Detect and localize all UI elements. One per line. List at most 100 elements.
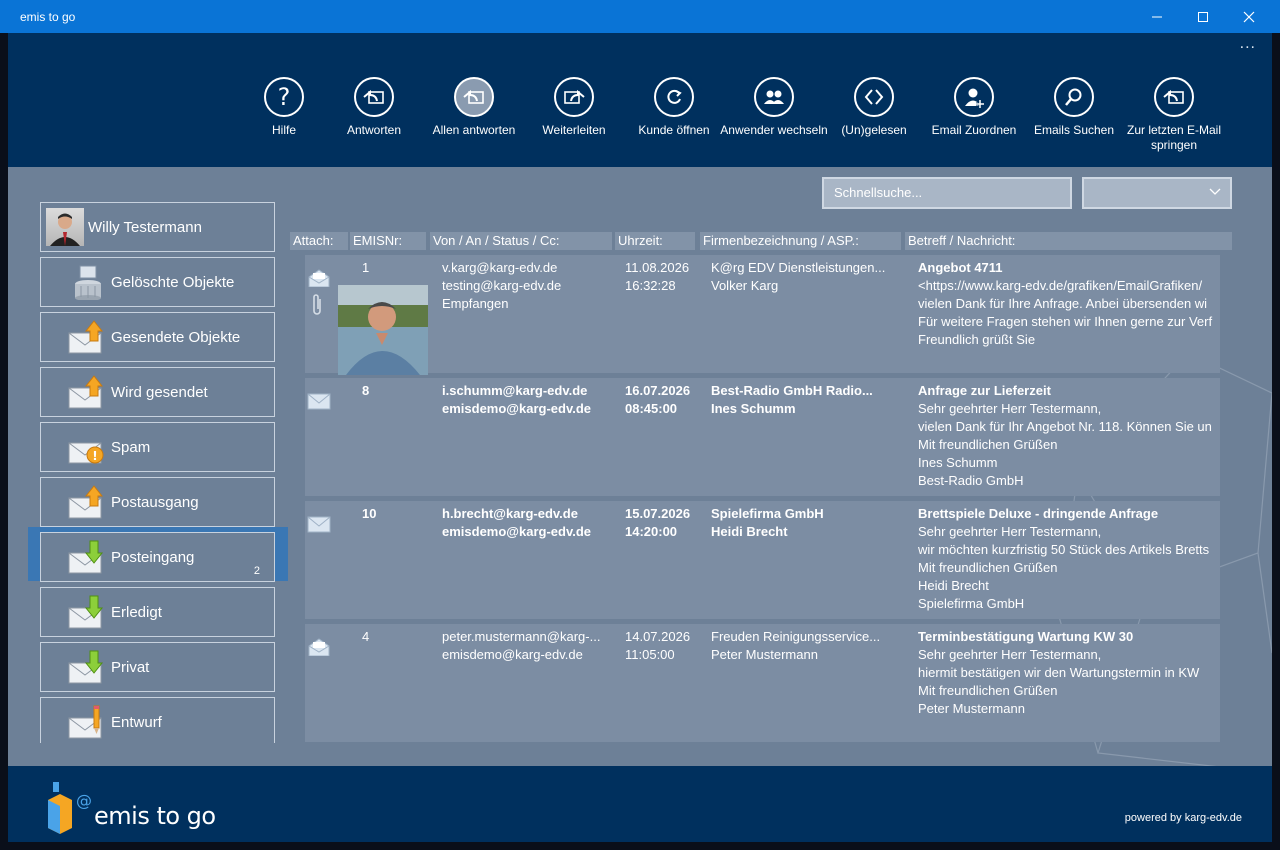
private-icon [68,650,104,684]
user-profile[interactable]: Willy Testermann [40,202,275,252]
forward-button[interactable]: Weiterleiten [519,77,629,138]
reply-icon [363,89,384,104]
mail-preview-line: Sehr geehrter Herr Testermann, [918,524,1102,539]
close-button[interactable] [1226,0,1272,33]
mail-preview-line: Heidi Brecht [918,578,989,593]
mail-preview-line: Mit freundlichen Grüßen [918,683,1058,698]
mail-preview-line: vielen Dank für Ihr Angebot Nr. 118. Kön… [918,419,1212,434]
folder-done[interactable]: Erledigt [40,587,275,637]
company-name: Freuden Reinigungsservice... [711,629,881,644]
contact-person: Volker Karg [711,278,779,293]
mail-preview-line: Peter Mustermann [918,701,1025,716]
search-icon [1065,88,1082,106]
minimize-button[interactable] [1134,0,1180,33]
mail-preview-line: Mit freundlichen Grüßen [918,437,1058,452]
company-name: Spielefirma GmbH [711,506,824,521]
table-row[interactable]: 10 h.brecht@karg-edv.de emisdemo@karg-ed… [305,501,1220,619]
folder-inbox[interactable]: Posteingang 2 [40,532,275,582]
emis-nr: 1 [362,260,370,275]
folder-label: Wird gesendet [111,383,208,401]
folder-label: Privat [111,658,150,676]
to-address: emisdemo@karg-edv.de [442,524,591,539]
filter-dropdown[interactable] [1082,177,1232,209]
folder-sending[interactable]: Wird gesendet [40,367,275,417]
mail-preview-line: Spielefirma GmbH [918,596,1025,611]
header-company[interactable]: Firmenbezeichnung / ASP.: [700,232,901,250]
mail-preview-line: Best-Radio GmbH [918,473,1024,488]
emis-nr: 4 [362,629,370,644]
folder-deleted[interactable]: Gelöschte Objekte [40,257,275,307]
table-row[interactable]: 4 peter.mustermann@karg-... emisdemo@kar… [305,624,1220,742]
window-title: emis to go [20,9,76,24]
mail-preview-line: Sehr geehrter Herr Testermann, [918,401,1102,416]
header-attach[interactable]: Attach: [290,232,348,250]
more-options-button[interactable]: ... [1240,35,1256,53]
mail-subject: Brettspiele Deluxe - dringende Anfrage [918,506,1159,521]
read-unread-label: (Un)gelesen [841,123,907,137]
done-icon [68,595,104,629]
assign-email-icon [965,88,984,108]
reply-button[interactable]: Antworten [319,77,429,138]
emis-nr: 8 [362,383,370,398]
mail-preview-line: vielen Dank für Ihre Anfrage. Anbei über… [918,296,1208,311]
folder-label: Erledigt [111,603,162,621]
folder-private[interactable]: Privat [40,642,275,692]
header-subject[interactable]: Betreff / Nachricht: [905,232,1232,250]
mail-preview-line: Sehr geehrter Herr Testermann, [918,647,1102,662]
mail-date: 14.07.2026 [625,629,691,644]
read-unread-button[interactable]: (Un)gelesen [819,77,929,138]
header-emisnr[interactable]: EMISNr: [350,232,426,250]
folder-label: Spam [111,438,151,456]
quick-search-input[interactable]: Schnellsuche... [822,177,1072,209]
mail-preview-line: <https://www.karg-edv.de/grafiken/EmailG… [918,278,1203,293]
powered-by[interactable]: powered by karg-edv.de [1125,812,1242,824]
contact-person: Heidi Brecht [711,524,788,539]
reply-all-icon [463,89,484,104]
jump-last-email-label: Zur letzten E-Mail springen [1126,123,1222,152]
reply-label: Antworten [346,123,402,137]
folder-label: Gesendete Objekte [111,328,241,346]
search-emails-label: Emails Suchen [1033,123,1115,137]
unread-mail-icon [307,516,331,533]
folder-spam[interactable]: ! Spam [40,422,275,472]
company-name: K@rg EDV Dienstleistungen... [711,260,886,275]
sender-photo [338,285,428,375]
opened-mail-icon [308,638,330,656]
avatar [46,208,84,246]
from-address: h.brecht@karg-edv.de [442,506,578,521]
spam-icon: ! [68,442,104,464]
folder-label: Posteingang [111,548,195,566]
forward-label: Weiterleiten [542,123,606,137]
open-customer-button[interactable]: Kunde öffnen [619,77,729,138]
reply-all-button[interactable]: Allen antworten [419,77,529,138]
folder-sidebar: Willy Testermann Gelöschte Objekte Gesen… [28,201,288,743]
folder-outbox[interactable]: Postausgang [40,477,275,527]
header-time[interactable]: Uhrzeit: [615,232,695,250]
assign-email-button[interactable]: Email Zuordnen [919,77,1029,138]
folder-sent[interactable]: Gesendete Objekte [40,312,275,362]
mail-time: 16:32:28 [625,278,676,293]
jump-last-email-icon [1163,89,1184,104]
mail-preview-line: Ines Schumm [918,455,998,470]
unread-count-badge: 2 [253,565,260,577]
switch-user-button[interactable]: Anwender wechseln [719,77,829,138]
sending-icon [68,375,104,409]
search-emails-button[interactable]: Emails Suchen [1019,77,1129,138]
svg-text:?: ? [278,84,291,110]
to-address: testing@karg-edv.de [442,278,562,293]
switch-user-icon [764,90,784,104]
mail-preview-line: wir möchten kurzfristig 50 Stück des Art… [918,542,1210,557]
jump-last-email-button[interactable]: Zur letzten E-Mail springen [1119,77,1229,153]
draft-icon [68,705,102,739]
table-row[interactable]: 1 v.karg@karg-edv.de testing@karg-edv.de… [305,255,1220,375]
folder-draft[interactable]: Entwurf [40,697,275,743]
table-row[interactable]: 8 i.schumm@karg-edv.de emisdemo@karg-edv… [305,378,1220,496]
header-from-to[interactable]: Von / An / Status / Cc: [430,232,612,250]
maximize-button[interactable] [1180,0,1226,33]
chevron-down-icon [1209,188,1221,195]
to-address: emisdemo@karg-edv.de [442,647,583,662]
mail-date: 11.08.2026 [625,260,690,275]
footer: @ emis to go powered by karg-edv.de [8,766,1272,842]
help-icon: ? [278,84,291,110]
folder-label: Postausgang [111,493,199,511]
